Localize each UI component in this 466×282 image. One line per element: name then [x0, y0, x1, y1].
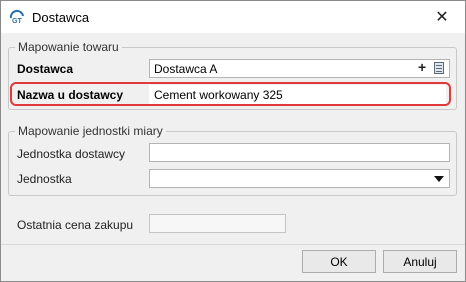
unit-select[interactable] [149, 169, 450, 188]
supplier-name-value: Cement workowany 325 [154, 88, 283, 102]
svg-text:GT: GT [12, 18, 22, 25]
supplier-name-field[interactable]: Cement workowany 325 [149, 85, 446, 104]
supplier-list-icon[interactable] [434, 62, 444, 74]
unit-mapping-legend: Mapowanie jednostki miary [15, 124, 166, 138]
last-price-label: Ostatnia cena zakupu [17, 218, 134, 232]
supplier-name-label: Nazwa u dostawcy [17, 88, 124, 102]
supplier-unit-label: Jednostka dostawcy [17, 147, 126, 161]
unit-label: Jednostka [17, 172, 72, 186]
supplier-label: Dostawca [17, 62, 74, 76]
ok-button[interactable]: OK [302, 250, 376, 273]
supplier-unit-field[interactable] [149, 143, 450, 162]
close-button[interactable]: ✕ [419, 1, 465, 33]
supplier-value: Dostawca A [154, 62, 218, 76]
add-supplier-icon[interactable]: + [418, 59, 426, 75]
title-bar: GT Dostawca ✕ [1, 1, 465, 33]
close-icon: ✕ [435, 9, 449, 26]
dialog-window: GT Dostawca ✕ Mapowanie towaru Dostawca … [0, 0, 466, 282]
supplier-field[interactable]: Dostawca A [149, 59, 450, 78]
product-mapping-legend: Mapowanie towaru [15, 40, 122, 54]
last-price-field [149, 214, 286, 233]
app-icon: GT [9, 9, 25, 25]
button-bar: OK Anuluj [1, 244, 465, 281]
window-title: Dostawca [32, 10, 90, 25]
chevron-down-icon[interactable] [434, 176, 444, 182]
cancel-button[interactable]: Anuluj [383, 250, 457, 273]
